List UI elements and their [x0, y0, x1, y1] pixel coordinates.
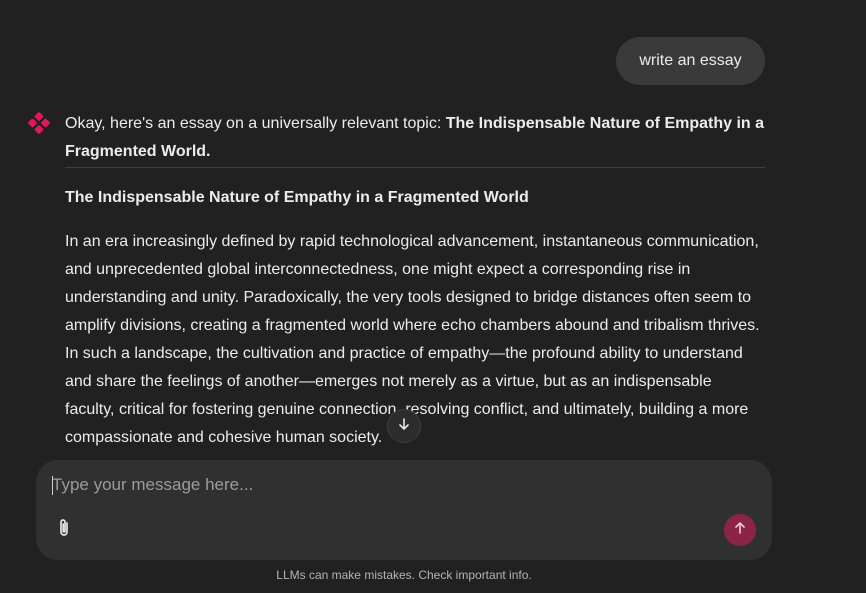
- arrow-up-icon: [733, 521, 747, 540]
- intro-text: Okay, here's an essay on a universally r…: [65, 115, 446, 132]
- paperclip-icon: [54, 517, 74, 544]
- chat-page: write an essay Okay, here's an essay on …: [0, 0, 866, 593]
- text-caret: [52, 476, 53, 495]
- send-button[interactable]: [724, 514, 756, 546]
- essay-title: The Indispensable Nature of Empathy in a…: [65, 189, 529, 206]
- message-composer: [36, 460, 772, 560]
- assistant-intro: Okay, here's an essay on a universally r…: [65, 110, 765, 166]
- message-input[interactable]: [52, 472, 732, 498]
- disclaimer-text: LLMs can make mistakes. Check important …: [276, 568, 532, 582]
- attach-button[interactable]: [52, 518, 76, 542]
- arrow-down-icon: [397, 417, 411, 436]
- sparkle-logo-icon: [28, 112, 50, 134]
- assistant-message: Okay, here's an essay on a universally r…: [65, 110, 765, 452]
- user-message-bubble: write an essay: [616, 37, 765, 85]
- scroll-to-bottom-button[interactable]: [387, 409, 421, 443]
- divider: [65, 167, 765, 168]
